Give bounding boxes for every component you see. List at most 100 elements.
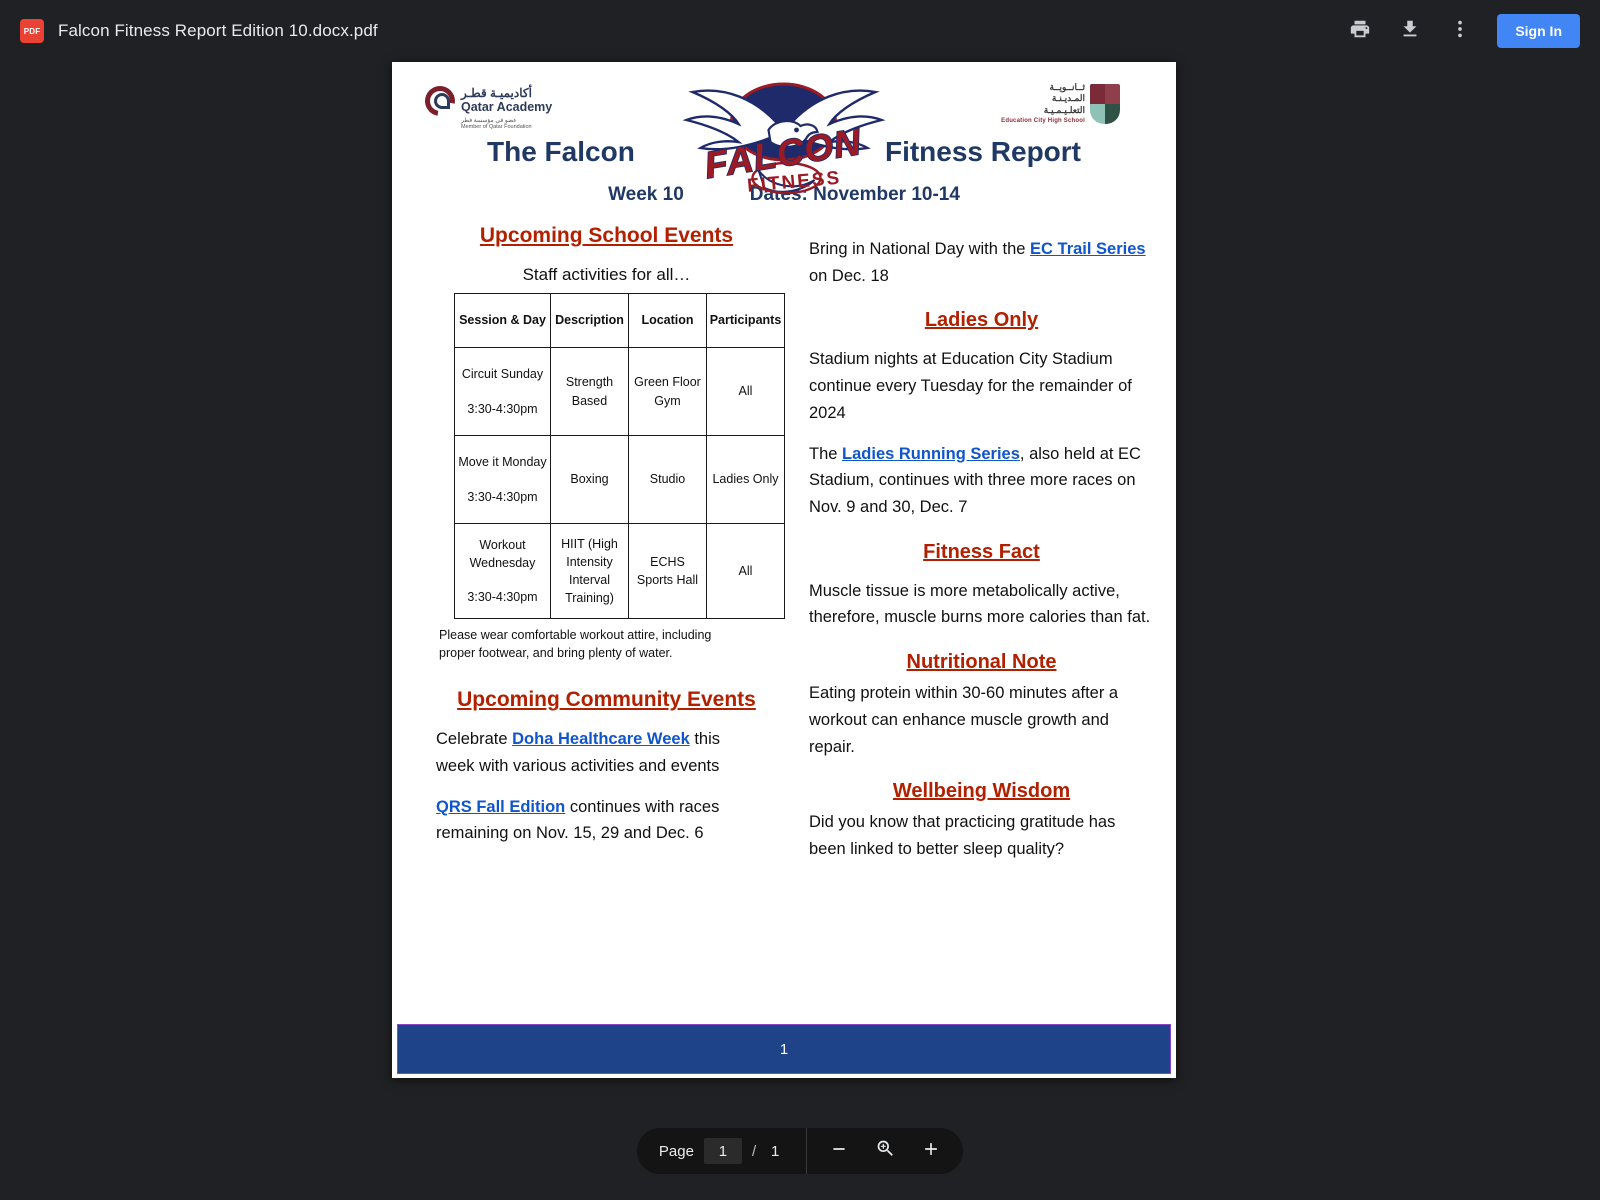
more-vertical-icon xyxy=(1449,18,1471,45)
plus-icon xyxy=(921,1139,941,1164)
qa-arabic-sub: عضو في مؤسسة قطر xyxy=(461,117,517,124)
session-time: 3:30-4:30pm xyxy=(467,401,538,416)
qa-sub: Member of Qatar Foundation xyxy=(461,123,532,130)
page-separator: / xyxy=(751,1142,757,1160)
sign-in-button[interactable]: Sign In xyxy=(1497,14,1580,48)
cell-description: Strength Based xyxy=(550,347,629,436)
community-p1-pre: Celebrate xyxy=(436,730,513,749)
heading-upcoming-community-events: Upcoming Community Events xyxy=(457,688,756,712)
wellbeing-body: Did you know that practicing gratitude h… xyxy=(809,813,1116,859)
file-title: Falcon Fitness Report Edition 10.docx.pd… xyxy=(58,21,378,40)
session-time: 3:30-4:30pm xyxy=(467,489,538,504)
echs-arabic-line-1: ثــانــويــة xyxy=(1049,82,1085,92)
heading-nutritional-note: Nutritional Note xyxy=(906,651,1057,674)
zoom-out-button[interactable] xyxy=(819,1131,859,1171)
qatar-academy-mark-icon xyxy=(419,80,461,122)
right-column: Bring in National Day with the EC Trail … xyxy=(809,224,1154,863)
school-events-table: Session & Day Description Location Parti… xyxy=(454,293,785,619)
page-controls: Page / 1 xyxy=(636,1128,964,1174)
document-body: Upcoming School Events Staff activities … xyxy=(392,206,1176,863)
cell-location: Green Floor Gym xyxy=(628,347,707,436)
download-icon xyxy=(1399,18,1421,45)
heading-upcoming-school-events: Upcoming School Events xyxy=(479,224,734,247)
zoom-controls xyxy=(807,1131,963,1171)
cell-session: Move it Monday 3:30-4:30pm xyxy=(454,435,551,524)
echs-arabic-line-2: المـديـنـة xyxy=(1051,93,1085,104)
zoom-level-button[interactable] xyxy=(865,1131,905,1171)
zoom-in-button[interactable] xyxy=(911,1131,951,1171)
staff-activities-line: Staff activities for all… xyxy=(522,265,691,284)
col-header-session: Session & Day xyxy=(454,293,551,348)
cell-location: Studio xyxy=(628,435,707,524)
col-header-participants: Participants xyxy=(706,293,785,348)
pdf-viewer[interactable]: أكاديميـة قطـر Qatar Academy عضو في مؤسس… xyxy=(0,62,1600,1102)
echs-logo: ثــانــويــة المـديـنـة التعلـيـمـيـة Ed… xyxy=(1001,82,1120,125)
table-row: Workout Wednesday 3:30-4:30pm HIIT (High… xyxy=(454,523,785,619)
week-label: Week 10 xyxy=(608,184,684,205)
minus-icon xyxy=(829,1139,849,1164)
title-left: The Falcon xyxy=(487,136,635,167)
national-day-post: on Dec. 18 xyxy=(809,266,889,285)
doha-healthcare-week-link[interactable]: Doha Healthcare Week xyxy=(512,730,690,748)
cell-session: Circuit Sunday 3:30-4:30pm xyxy=(454,347,551,436)
footer-page-number: 1 xyxy=(779,1040,789,1058)
pdf-page-1: أكاديميـة قطـر Qatar Academy عضو في مؤسس… xyxy=(392,62,1176,1078)
report-title: The Falcon Fitness Report xyxy=(392,136,1176,168)
echs-english-name: Education City High School xyxy=(1001,117,1085,124)
cell-description: Boxing xyxy=(550,435,629,524)
table-row: Circuit Sunday 3:30-4:30pm Strength Base… xyxy=(454,347,785,436)
page-label: Page xyxy=(658,1142,694,1160)
fitness-fact-body: Muscle tissue is more metabolically acti… xyxy=(809,581,1151,627)
ladies-paragraph-1: Stadium nights at Education City Stadium… xyxy=(809,350,1132,422)
page-number-group: Page / 1 xyxy=(637,1128,808,1174)
print-button[interactable] xyxy=(1337,8,1383,54)
cell-session: Workout Wednesday 3:30-4:30pm xyxy=(454,523,551,619)
file-info: PDF Falcon Fitness Report Edition 10.doc… xyxy=(20,19,378,43)
cell-participants: All xyxy=(706,347,785,436)
table-note: Please wear comfortable workout attire, … xyxy=(439,628,712,661)
bottom-toolbar: Page / 1 xyxy=(0,1102,1600,1200)
cell-description: HIIT (High Intensity Interval Training) xyxy=(550,523,629,619)
top-toolbar: PDF Falcon Fitness Report Edition 10.doc… xyxy=(0,0,1600,62)
left-column: Upcoming School Events Staff activities … xyxy=(414,224,799,863)
title-right: Fitness Report xyxy=(884,136,1081,167)
col-header-location: Location xyxy=(628,293,707,348)
session-name: Workout Wednesday xyxy=(469,537,536,570)
table-header-row: Session & Day Description Location Parti… xyxy=(454,293,785,348)
cell-location: ECHS Sports Hall xyxy=(628,523,707,619)
pdf-file-icon: PDF xyxy=(20,19,44,43)
table-row: Move it Monday 3:30-4:30pm Boxing Studio… xyxy=(454,435,785,524)
heading-wellbeing-wisdom: Wellbeing Wisdom xyxy=(892,780,1071,803)
ladies-p2-pre: The xyxy=(809,444,843,463)
qatar-academy-logo: أكاديميـة قطـر Qatar Academy عضو في مؤسس… xyxy=(419,80,553,130)
more-options-button[interactable] xyxy=(1437,8,1483,54)
session-name: Circuit Sunday xyxy=(461,367,544,382)
page-number-input[interactable] xyxy=(703,1138,742,1164)
download-button[interactable] xyxy=(1387,8,1433,54)
print-icon xyxy=(1349,18,1371,45)
col-header-description: Description xyxy=(550,293,629,348)
qa-arabic-name: أكاديميـة قطـر xyxy=(461,86,532,100)
session-name: Move it Monday xyxy=(458,455,547,470)
ladies-paragraph-2: The Ladies Running Series, also held at … xyxy=(809,441,1154,521)
community-paragraph-2: QRS Fall Edition continues with races re… xyxy=(436,794,726,847)
total-pages: 1 xyxy=(770,1142,780,1160)
echs-shield-icon xyxy=(1090,83,1120,124)
national-day-paragraph: Bring in National Day with the EC Trail … xyxy=(809,236,1154,289)
heading-ladies-only: Ladies Only xyxy=(924,309,1039,332)
qa-english-name: Qatar Academy xyxy=(461,100,553,114)
national-day-pre: Bring in National Day with the xyxy=(809,240,1031,258)
cell-participants: All xyxy=(706,523,785,619)
qrs-fall-edition-link[interactable]: QRS Fall Edition xyxy=(436,798,565,816)
heading-fitness-fact: Fitness Fact xyxy=(923,540,1040,563)
toolbar-actions: Sign In xyxy=(1337,8,1580,54)
ec-trail-series-link[interactable]: EC Trail Series xyxy=(1030,240,1146,258)
session-time: 3:30-4:30pm xyxy=(467,590,538,605)
ladies-running-series-link[interactable]: Ladies Running Series xyxy=(842,445,1020,463)
magnifier-plus-icon xyxy=(875,1138,896,1164)
page-footer-band: 1 xyxy=(397,1024,1171,1074)
nutritional-note-body: Eating protein within 30-60 minutes afte… xyxy=(809,684,1119,756)
cell-participants: Ladies Only xyxy=(706,435,785,524)
echs-arabic-line-3: التعلـيـمـيـة xyxy=(1043,104,1085,115)
community-paragraph-1: Celebrate Doha Healthcare Week this week… xyxy=(436,726,726,779)
